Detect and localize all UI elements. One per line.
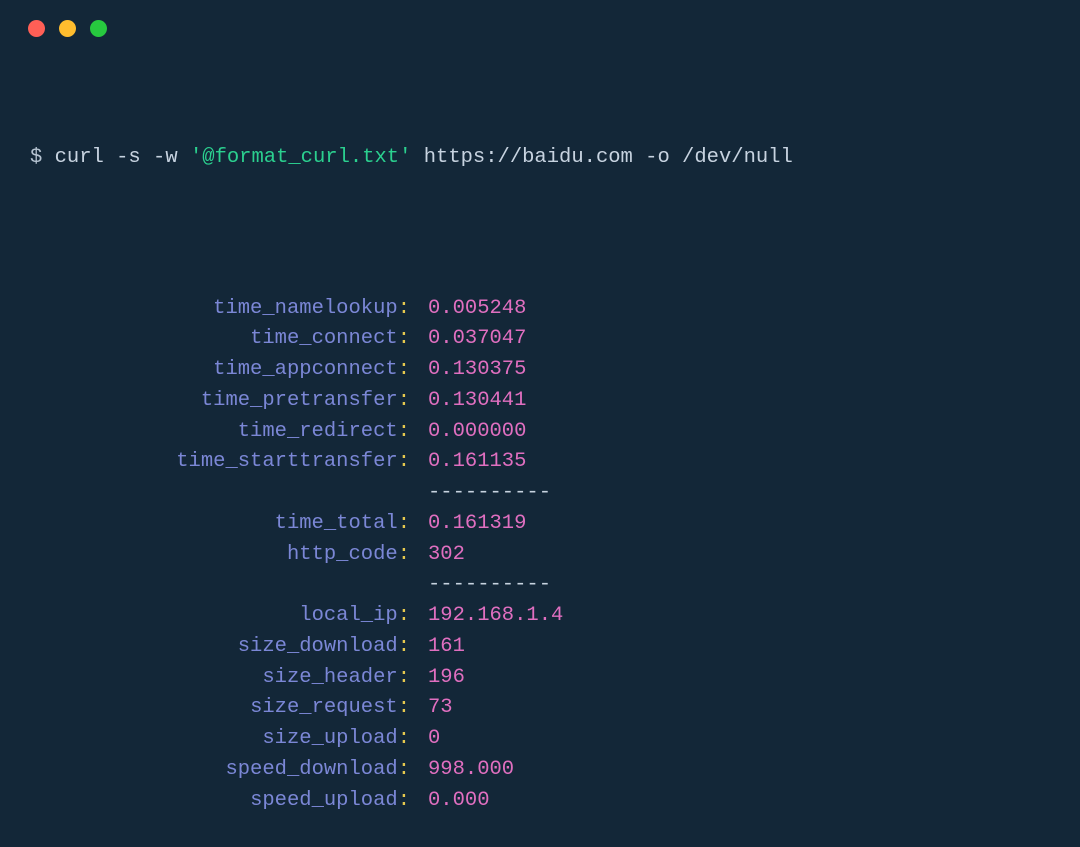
separator-row: ----------	[30, 570, 1050, 601]
metric-key: time_total	[275, 512, 398, 535]
colon: :	[398, 666, 410, 689]
metric-key: time_starttransfer	[176, 450, 397, 473]
metric-row: local_ip:192.168.1.4	[30, 601, 1050, 632]
metric-value: 0.000	[410, 786, 490, 817]
metric-value: 0.130441	[410, 386, 526, 417]
prompt-symbol: $	[30, 146, 42, 169]
metric-key: time_appconnect	[213, 358, 398, 381]
metric-value: 196	[410, 663, 465, 694]
metric-value: 0.000000	[410, 417, 526, 448]
command-line: $ curl -s -w '@format_curl.txt' https://…	[30, 143, 1050, 174]
metric-row: time_namelookup:0.005248	[30, 294, 1050, 325]
colon: :	[398, 543, 410, 566]
colon: :	[398, 512, 410, 535]
minimize-icon[interactable]	[59, 20, 76, 37]
metric-key: speed_upload	[250, 789, 398, 812]
separator-dashes: ----------	[410, 570, 551, 601]
colon: :	[398, 696, 410, 719]
metric-key: local_ip	[299, 604, 397, 627]
metric-row: size_request:73	[30, 693, 1050, 724]
metric-value: 73	[410, 693, 453, 724]
colon: :	[398, 389, 410, 412]
metric-key: size_upload	[262, 727, 397, 750]
metric-value: 161	[410, 632, 465, 663]
colon: :	[398, 758, 410, 781]
metric-row: time_pretransfer:0.130441	[30, 386, 1050, 417]
metric-key: http_code	[287, 543, 398, 566]
separator-dashes: ----------	[410, 478, 551, 509]
colon: :	[398, 450, 410, 473]
metric-value: 0.161135	[410, 447, 526, 478]
metric-value: 0.037047	[410, 324, 526, 355]
command-part1: curl -s -w	[55, 146, 178, 169]
metric-row: time_redirect:0.000000	[30, 417, 1050, 448]
metric-row: speed_upload:0.000	[30, 786, 1050, 817]
colon: :	[398, 420, 410, 443]
output-block: time_namelookup:0.005248time_connect:0.0…	[30, 294, 1050, 817]
colon: :	[398, 297, 410, 320]
metric-value: 0.161319	[410, 509, 526, 540]
metric-row: size_download:161	[30, 632, 1050, 663]
colon: :	[398, 789, 410, 812]
colon: :	[398, 635, 410, 658]
metric-value: 0.005248	[410, 294, 526, 325]
metric-key: time_connect	[250, 327, 398, 350]
metric-key: time_namelookup	[213, 297, 398, 320]
metric-value: 0.130375	[410, 355, 526, 386]
terminal-output[interactable]: $ curl -s -w '@format_curl.txt' https://…	[0, 37, 1080, 847]
metric-row: time_appconnect:0.130375	[30, 355, 1050, 386]
window-controls	[0, 0, 1080, 37]
metric-value: 0	[410, 724, 440, 755]
metric-value: 998.000	[410, 755, 514, 786]
close-icon[interactable]	[28, 20, 45, 37]
colon: :	[398, 358, 410, 381]
metric-key: size_download	[238, 635, 398, 658]
metric-row: size_header:196	[30, 663, 1050, 694]
command-part2: https://baidu.com -o /dev/null	[424, 146, 793, 169]
zoom-icon[interactable]	[90, 20, 107, 37]
colon: :	[398, 727, 410, 750]
metric-row: http_code:302	[30, 540, 1050, 571]
metric-key: time_pretransfer	[201, 389, 398, 412]
separator-row: ----------	[30, 478, 1050, 509]
command-string-arg: '@format_curl.txt'	[190, 146, 411, 169]
colon: :	[398, 327, 410, 350]
metric-value: 302	[410, 540, 465, 571]
metric-row: speed_download:998.000	[30, 755, 1050, 786]
metric-key: time_redirect	[238, 420, 398, 443]
metric-key: size_header	[262, 666, 397, 689]
metric-row: time_connect:0.037047	[30, 324, 1050, 355]
metric-row: time_total:0.161319	[30, 509, 1050, 540]
colon: :	[398, 604, 410, 627]
metric-value: 192.168.1.4	[410, 601, 563, 632]
metric-key: speed_download	[225, 758, 397, 781]
metric-key: size_request	[250, 696, 398, 719]
metric-row: time_starttransfer:0.161135	[30, 447, 1050, 478]
metric-row: size_upload:0	[30, 724, 1050, 755]
